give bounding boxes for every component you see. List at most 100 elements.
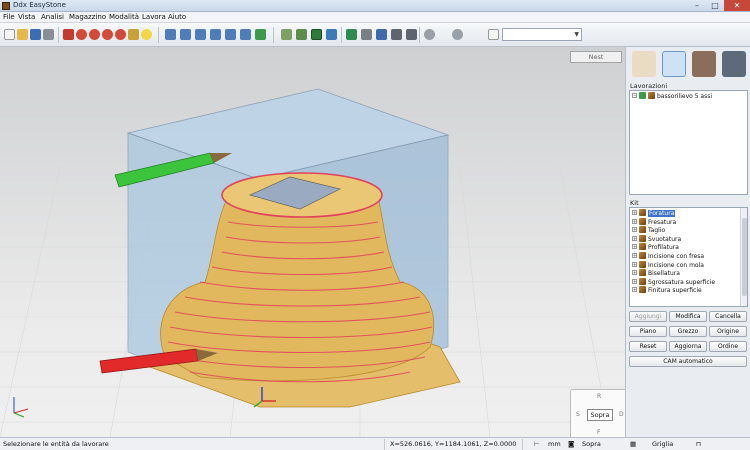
status-coordinates: X=526.0616, Y=1184.1061, Z=0.0000: [390, 440, 517, 448]
select-icon[interactable]: [391, 29, 402, 40]
view-right-icon[interactable]: [210, 29, 221, 40]
lavorazioni-item[interactable]: − bassorilievo 5 assi: [632, 92, 712, 100]
cloud-icon[interactable]: [424, 29, 435, 40]
grid-icon[interactable]: [346, 29, 357, 40]
kit-item[interactable]: + Fresatura: [632, 217, 676, 226]
kit-item[interactable]: + Incisione con mola: [632, 260, 704, 269]
maximize-button[interactable]: □: [706, 0, 724, 11]
view-front-icon[interactable]: [180, 29, 191, 40]
viewcube-bottom[interactable]: F: [597, 429, 600, 436]
menu-file[interactable]: File: [3, 13, 15, 21]
scene-canvas: [0, 88, 625, 437]
kit-item[interactable]: + Svuotatura: [632, 234, 681, 243]
kit-item[interactable]: + Foratura: [632, 209, 676, 217]
viewcube-center[interactable]: Sopra: [587, 409, 613, 421]
viewcube-right[interactable]: D: [619, 411, 624, 418]
snap-toggle-icon[interactable]: ⊓: [696, 440, 701, 448]
menu-aiuto[interactable]: Aiuto: [168, 13, 186, 21]
print-icon[interactable]: [43, 29, 54, 40]
toolbar-combo[interactable]: ▼: [502, 28, 582, 41]
menu-lavora[interactable]: Lavora: [142, 13, 166, 21]
pan-icon[interactable]: [406, 29, 417, 40]
window-title: Ddx EasyStone: [13, 1, 66, 9]
cloud-icon-2[interactable]: [452, 29, 463, 40]
drawing-tab-icon[interactable]: [632, 51, 656, 77]
layer-icon[interactable]: [361, 29, 372, 40]
menu-analisi[interactable]: Analisi: [41, 13, 64, 21]
status-view[interactable]: Sopra: [582, 440, 601, 448]
corner-axis-gizmo: [13, 397, 29, 418]
menu-vista[interactable]: Vista: [18, 13, 35, 21]
aggiorna-button[interactable]: Aggiorna: [669, 341, 707, 352]
cancella-button[interactable]: Cancella: [709, 311, 747, 322]
lavorazioni-list[interactable]: − bassorilievo 5 assi: [629, 90, 748, 195]
toolbar: ▼: [0, 23, 750, 47]
viewcube-left[interactable]: S: [576, 411, 580, 418]
kit-item[interactable]: + Bisellatura: [632, 269, 680, 277]
view-top-icon[interactable]: [165, 29, 176, 40]
wireframe-icon[interactable]: [296, 29, 307, 40]
chevron-down-icon: ▼: [574, 31, 579, 38]
pan-hand-icon[interactable]: [128, 29, 139, 40]
minimize-button[interactable]: –: [688, 0, 706, 11]
kit-item[interactable]: + Sgrossatura superficie: [632, 277, 715, 286]
machine-tab-icon[interactable]: [662, 51, 686, 77]
kit-scroll-thumb[interactable]: [742, 218, 747, 296]
right-panel: Lavorazioni − bassorilievo 5 assi Kit + Fo…: [625, 47, 750, 437]
grezzo-button[interactable]: Grezzo: [669, 326, 707, 337]
zoom-out-icon[interactable]: [89, 29, 100, 40]
modifica-button[interactable]: Modifica: [669, 311, 707, 322]
page-icon[interactable]: [488, 29, 499, 40]
status-grid[interactable]: Griglia: [652, 440, 673, 448]
camera-icon: ◙: [568, 440, 575, 448]
reset-button[interactable]: Reset: [629, 341, 667, 352]
view-cube[interactable]: R S D F Sopra: [570, 389, 625, 437]
view-left-icon[interactable]: [195, 29, 206, 40]
solid-icon[interactable]: [311, 29, 322, 40]
zoom-in-icon[interactable]: [76, 29, 87, 40]
status-unit[interactable]: mm: [548, 440, 561, 448]
app-icon: [2, 2, 10, 10]
operation-icon: [648, 92, 655, 99]
ordine-button[interactable]: Ordine: [709, 341, 747, 352]
stone-slab-tab-icon[interactable]: [692, 51, 716, 77]
view-3d-icon[interactable]: [255, 29, 266, 40]
nest-button[interactable]: Nest: [570, 51, 622, 63]
menu-magazzino[interactable]: Magazzino: [69, 13, 106, 21]
tool-tab-icon[interactable]: [722, 51, 746, 77]
title-bar: Ddx EasyStone – □ ✕: [0, 0, 750, 12]
aggiungi-button[interactable]: Aggiungi: [629, 311, 667, 322]
undo-icon[interactable]: [63, 29, 74, 40]
view-iso-icon[interactable]: [240, 29, 251, 40]
origine-button[interactable]: Origine: [709, 326, 747, 337]
3d-viewport[interactable]: Nest R S D F Sopra: [0, 47, 625, 437]
viewcube-top[interactable]: R: [597, 393, 601, 400]
menu-bar: File Vista Analisi Magazzino Modalità La…: [0, 12, 750, 23]
new-file-icon[interactable]: [4, 29, 15, 40]
zoom-all-icon[interactable]: [115, 29, 126, 40]
cam-automatico-button[interactable]: CAM automatico: [629, 356, 747, 367]
kit-scrollbar[interactable]: [740, 208, 747, 306]
grid-toggle-icon[interactable]: ▦: [630, 440, 636, 448]
zoom-window-icon[interactable]: [102, 29, 113, 40]
lavorazioni-label: Lavorazioni: [630, 82, 668, 90]
snap-icon[interactable]: [376, 29, 387, 40]
close-button[interactable]: ✕: [724, 0, 750, 11]
status-bar: Selezionare le entità da lavorare X=526.…: [0, 437, 750, 450]
measure-icon[interactable]: [326, 29, 337, 40]
kit-item[interactable]: + Finitura superficie: [632, 286, 702, 294]
kit-item[interactable]: + Incisione con fresa: [632, 252, 704, 260]
ruler-icon: ⊢: [534, 440, 540, 448]
kit-item[interactable]: + Taglio: [632, 226, 665, 234]
kit-item[interactable]: + Profilatura: [632, 243, 679, 251]
kit-list[interactable]: + Foratura + Fresatura + Taglio + Svuotatura…: [629, 207, 748, 307]
view-back-icon[interactable]: [225, 29, 236, 40]
save-icon[interactable]: [30, 29, 41, 40]
piano-button[interactable]: Piano: [629, 326, 667, 337]
shade-icon[interactable]: [281, 29, 292, 40]
kit-label: Kit: [630, 199, 639, 207]
open-folder-icon[interactable]: [17, 29, 28, 40]
menu-modalita[interactable]: Modalità: [109, 13, 139, 21]
lightbulb-icon[interactable]: [141, 29, 152, 40]
status-message: Selezionare le entità da lavorare: [3, 440, 109, 448]
